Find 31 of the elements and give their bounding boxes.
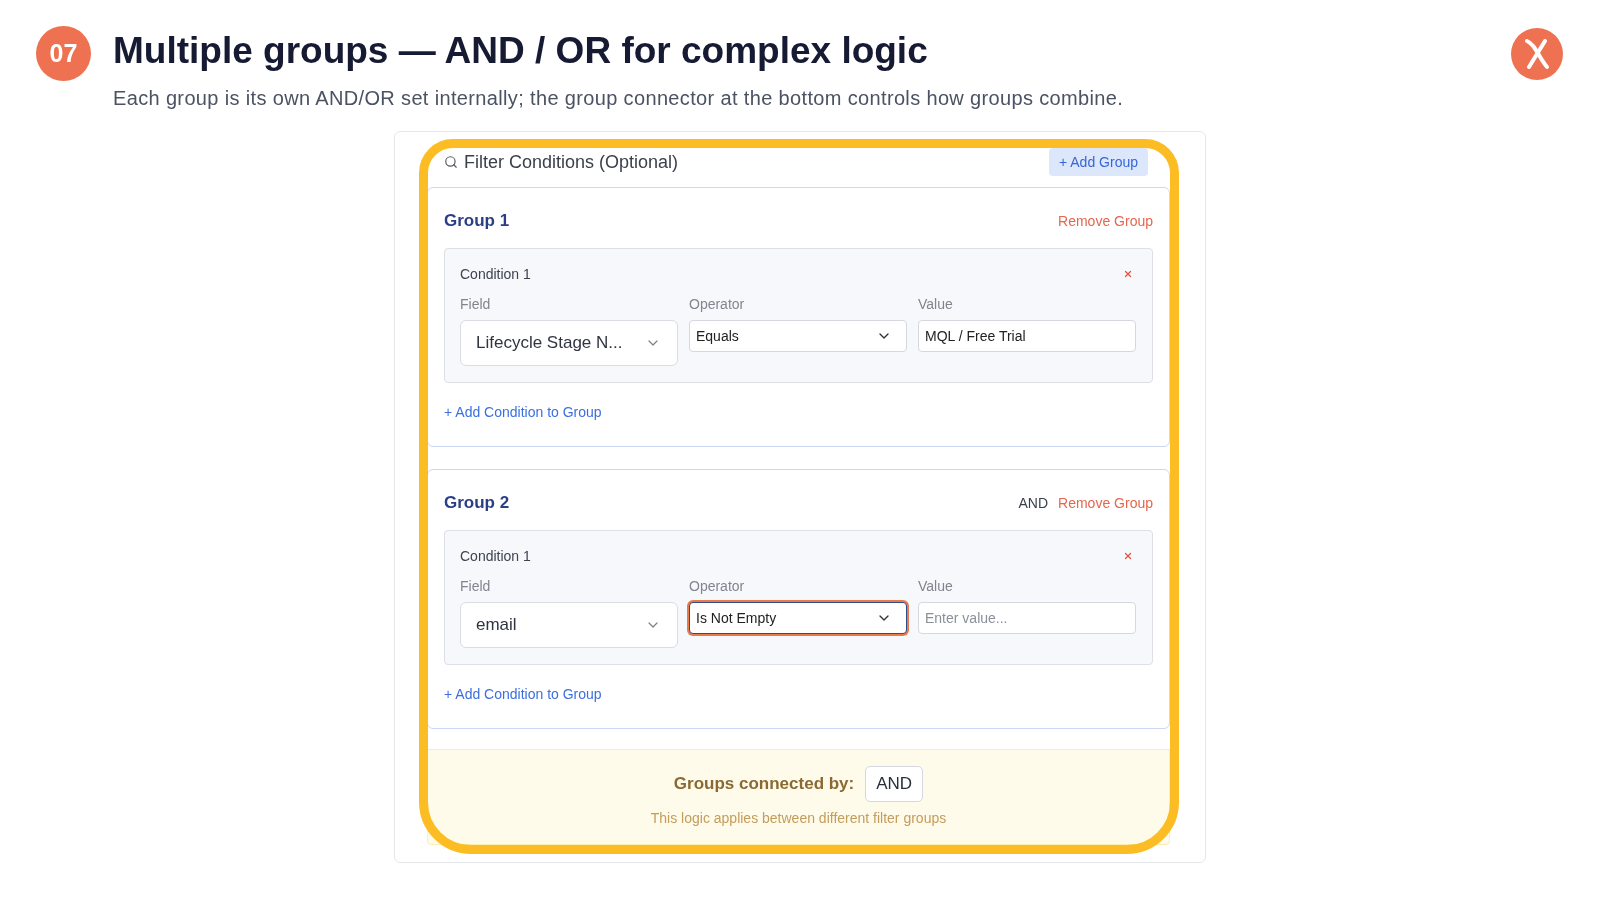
slide-title: Multiple groups — AND / OR for complex logic: [113, 28, 928, 73]
field-select[interactable]: Lifecycle Stage N...: [460, 320, 678, 366]
operator-select[interactable]: Equals: [689, 320, 907, 352]
field-select[interactable]: email: [460, 602, 678, 648]
group-title: Group 1: [444, 211, 510, 231]
add-group-button[interactable]: + Add Group: [1049, 148, 1148, 176]
input-label: Field: [460, 577, 491, 595]
connector-label: Groups connected by:: [673, 774, 855, 794]
value-input[interactable]: MQL / Free Trial: [918, 320, 1136, 352]
input-label: Value: [918, 295, 953, 313]
input-label: Operator: [689, 295, 745, 313]
condition-title: Condition 1: [460, 266, 531, 282]
add-condition-link[interactable]: + Add Condition to Group: [444, 686, 602, 702]
connector-select[interactable]: AND: [865, 766, 924, 802]
step-number-badge: 07: [36, 26, 91, 81]
slide-subtitle: Each group is its own AND/OR set internally; the group connector at the bottom controls how groups combine.: [113, 86, 1124, 110]
input-label: Value: [918, 577, 953, 595]
operator-select[interactable]: Is Not Empty: [689, 602, 907, 634]
input-label: Operator: [689, 577, 745, 595]
search-icon: [444, 155, 458, 169]
connector-note: This logic applies between different filter groups: [650, 810, 947, 826]
close-icon[interactable]: [1123, 269, 1133, 279]
logo-icon: [1511, 27, 1563, 80]
value-input[interactable]: Enter value...: [918, 602, 1136, 634]
add-condition-link[interactable]: + Add Condition to Group: [444, 404, 602, 420]
close-icon[interactable]: [1123, 551, 1133, 561]
condition-title: Condition 1: [460, 548, 531, 564]
panel-title: Filter Conditions (Optional): [464, 152, 679, 172]
group-title: Group 2: [444, 493, 510, 513]
group-connector-label: AND: [1018, 495, 1049, 511]
input-label: Field: [460, 295, 491, 313]
